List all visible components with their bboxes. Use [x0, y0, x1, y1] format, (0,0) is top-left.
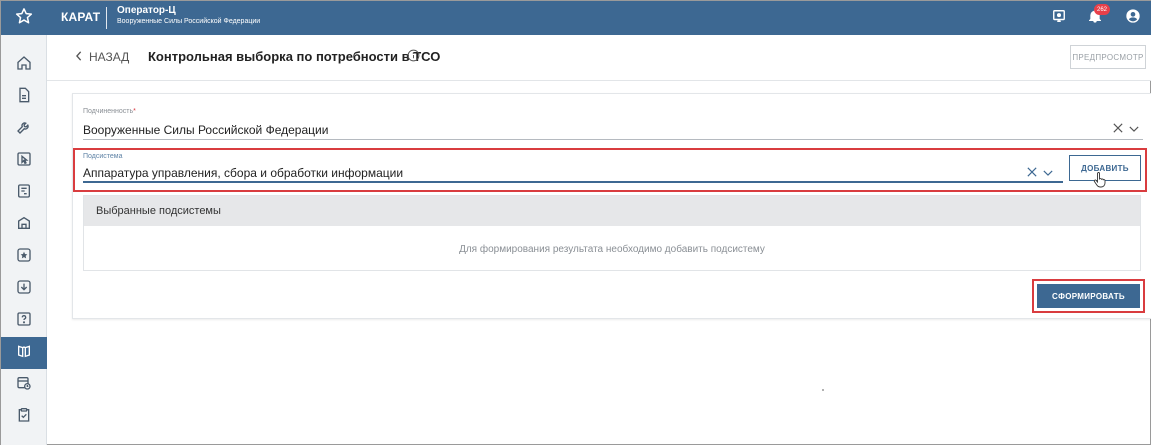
report-icon — [16, 183, 32, 204]
star-icon — [15, 7, 33, 30]
help-box-icon — [16, 311, 32, 332]
notification-badge: 262 — [1094, 4, 1110, 15]
clear-icon[interactable] — [1027, 164, 1037, 182]
app-window: КАРАТ Оператор-Ц Вооруженные Силы Россий… — [0, 0, 1151, 445]
subordination-actions — [1113, 120, 1139, 138]
subordination-label: Подчиненность* — [83, 108, 136, 115]
download-box-icon — [16, 279, 32, 300]
building-icon — [16, 215, 32, 236]
user-account-icon — [1125, 8, 1141, 29]
clipboard-check-icon — [16, 407, 32, 428]
star-box-icon — [16, 247, 32, 268]
submit-highlight: СФОРМИРОВАТЬ — [1032, 279, 1145, 313]
screen-button[interactable] — [1044, 1, 1074, 35]
calendar-clock-icon — [16, 375, 32, 396]
operator-name: Оператор-Ц — [117, 5, 176, 16]
preview-button[interactable]: ПРЕДПРОСМОТР — [1070, 45, 1146, 69]
selected-subsystems-panel: Выбранные подсистемы Для формирования ре… — [83, 195, 1141, 271]
operator-info: Оператор-Ц Вооруженные Силы Российской Ф… — [117, 5, 261, 26]
empty-state-message: Для формирования результата необходимо д… — [459, 244, 765, 255]
form-panel: Подчиненность* Вооруженные Силы Российск… — [72, 93, 1151, 319]
sidebar-item-select[interactable] — [1, 145, 47, 177]
document-icon — [16, 87, 32, 108]
hand-cursor-icon — [1093, 172, 1107, 193]
top-bar: КАРАТ Оператор-Ц Вооруженные Силы Россий… — [1, 1, 1151, 35]
notifications-button[interactable]: 262 — [1080, 1, 1110, 35]
sidebar-item-catalog[interactable] — [1, 337, 47, 369]
subsystem-label: Подсистема — [83, 153, 123, 160]
back-label: НАЗАД — [89, 50, 130, 64]
sidebar-item-home[interactable] — [1, 49, 47, 81]
monitor-icon — [1052, 9, 1066, 28]
operator-organization: Вооруженные Силы Российской Федерации — [117, 18, 261, 25]
stray-dot — [822, 389, 824, 391]
sidebar — [1, 35, 47, 445]
page-header: НАЗАД Контрольная выборка по потребности… — [47, 35, 1151, 81]
clear-icon[interactable] — [1113, 120, 1123, 138]
book-icon — [16, 343, 32, 364]
sidebar-item-reports[interactable] — [1, 177, 47, 209]
sidebar-item-objects[interactable] — [1, 209, 47, 241]
subsystem-value: Аппаратура управления, сбора и обработки… — [83, 166, 404, 180]
subsystem-row-highlight: Подсистема Аппаратура управления, сбора … — [73, 148, 1147, 192]
info-icon[interactable] — [407, 49, 420, 67]
subsystem-field[interactable]: Подсистема Аппаратура управления, сбора … — [83, 153, 1063, 183]
selected-subsystems-title: Выбранные подсистемы — [96, 205, 221, 217]
wrench-icon — [16, 119, 32, 140]
app-brand[interactable]: КАРАТ — [61, 10, 100, 24]
selected-subsystems-header: Выбранные подсистемы — [84, 196, 1140, 226]
home-icon — [16, 55, 32, 76]
sidebar-item-schedule[interactable] — [1, 369, 47, 401]
generate-button[interactable]: СФОРМИРОВАТЬ — [1037, 284, 1140, 308]
cursor-box-icon — [16, 151, 32, 172]
sidebar-item-documents[interactable] — [1, 81, 47, 113]
favorites-button[interactable] — [1, 1, 47, 35]
back-button[interactable]: НАЗАД — [75, 50, 129, 64]
chevron-down-icon[interactable] — [1129, 120, 1139, 138]
chevron-left-icon — [75, 50, 83, 64]
subordination-field[interactable]: Подчиненность* Вооруженные Силы Российск… — [83, 108, 1143, 140]
subordination-value: Вооруженные Силы Российской Федерации — [83, 123, 329, 137]
sidebar-item-maintenance[interactable] — [1, 113, 47, 145]
sidebar-item-favorites[interactable] — [1, 241, 47, 273]
sidebar-item-help[interactable] — [1, 305, 47, 337]
sidebar-item-checks[interactable] — [1, 401, 47, 433]
page-title: Контрольная выборка по потребности в ТСО — [148, 49, 441, 64]
subsystem-actions — [1027, 164, 1053, 182]
chevron-down-icon[interactable] — [1043, 164, 1053, 182]
sidebar-item-import[interactable] — [1, 273, 47, 305]
brand-divider — [106, 7, 107, 29]
user-menu-button[interactable] — [1118, 1, 1148, 35]
